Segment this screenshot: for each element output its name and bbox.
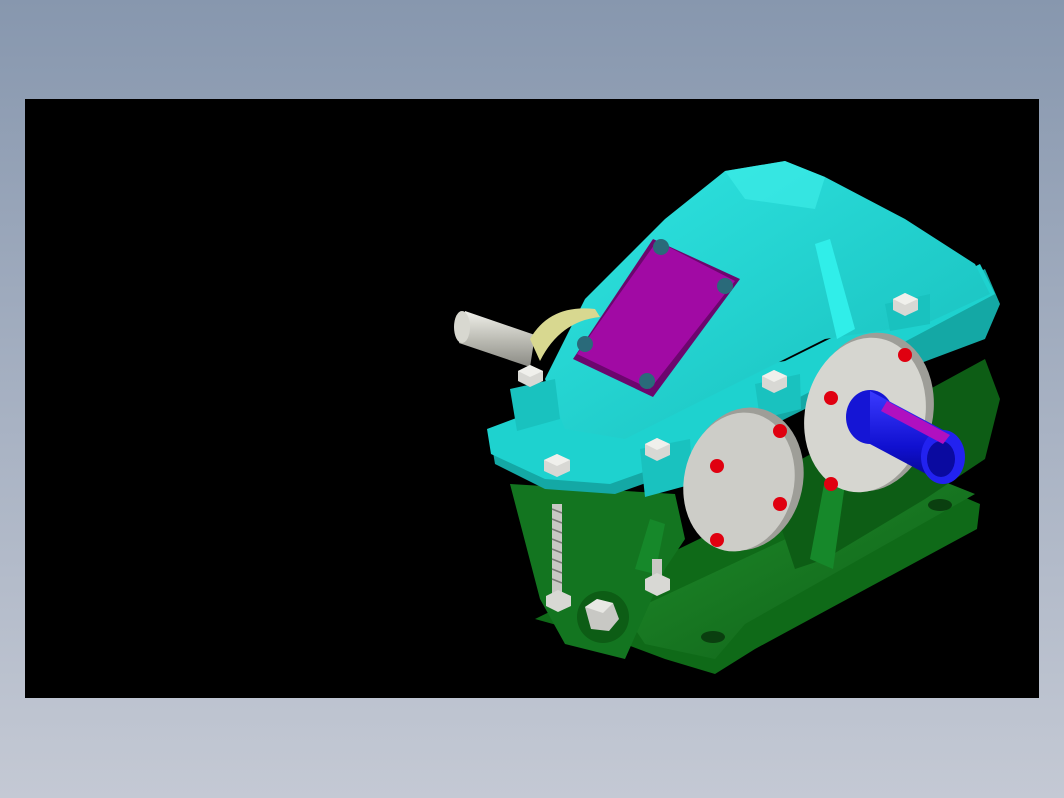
cap-bolt <box>773 497 787 511</box>
cap-bolt <box>824 391 838 405</box>
cap-bolt <box>710 459 724 473</box>
cap-bolt <box>710 533 724 547</box>
drain-plug[interactable] <box>577 591 629 643</box>
cap-bolt <box>824 477 838 491</box>
cover-screw <box>577 336 593 352</box>
cover-screw <box>639 373 655 389</box>
mount-hole <box>701 631 725 643</box>
gearbox-model[interactable] <box>25 99 1039 698</box>
cover-screw <box>717 278 733 294</box>
mount-hole <box>928 499 952 511</box>
cap-bolt <box>773 424 787 438</box>
app-window: { "app": { "background_top_color": "#879… <box>0 0 1064 798</box>
cap-bolt <box>898 348 912 362</box>
cover-screw <box>653 239 669 255</box>
3d-viewport[interactable] <box>25 99 1039 698</box>
